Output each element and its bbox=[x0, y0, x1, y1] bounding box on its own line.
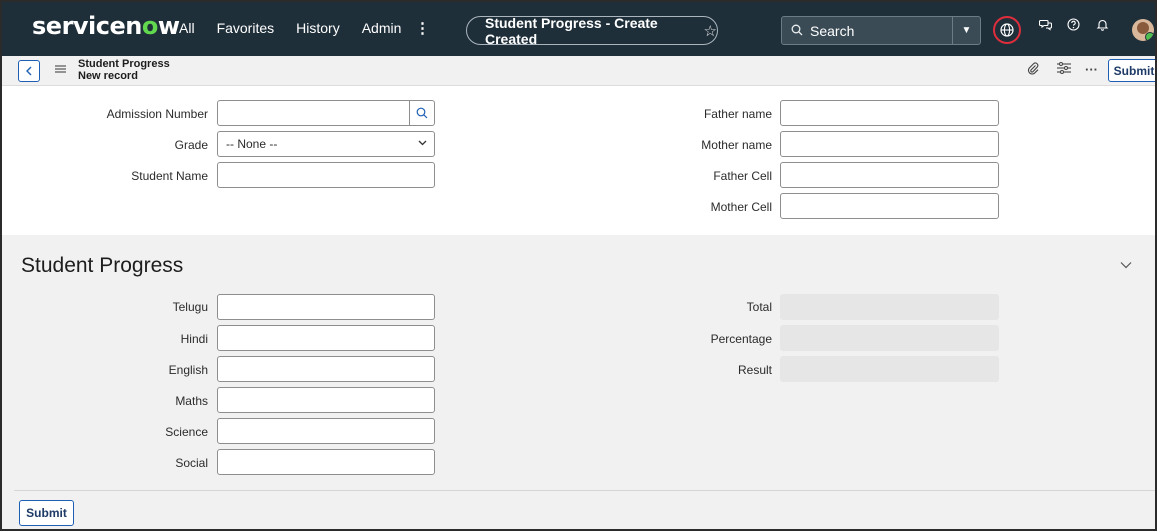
english-input[interactable] bbox=[217, 356, 435, 382]
more-actions-icon[interactable]: ··· bbox=[1085, 62, 1098, 77]
lookup-search-icon[interactable] bbox=[409, 100, 435, 126]
globe-icon[interactable] bbox=[993, 16, 1021, 44]
father-cell-input[interactable] bbox=[780, 162, 999, 188]
bell-icon[interactable] bbox=[1092, 18, 1112, 35]
chevron-down-icon bbox=[418, 137, 427, 149]
submit-button-top[interactable]: Submit bbox=[1108, 59, 1155, 82]
maths-input[interactable] bbox=[217, 387, 435, 413]
logo-text: servicen bbox=[32, 12, 142, 40]
logo-o: o bbox=[141, 12, 159, 40]
label-result: Result bbox=[737, 363, 772, 377]
star-icon[interactable]: ☆ bbox=[704, 22, 717, 40]
student-name-input[interactable] bbox=[217, 162, 435, 188]
servicenow-logo[interactable]: servicenow bbox=[32, 12, 180, 40]
user-avatar[interactable] bbox=[1132, 19, 1154, 41]
section-background bbox=[2, 235, 1155, 529]
label-percentage: Percentage bbox=[710, 332, 772, 346]
logo-tail: w bbox=[157, 12, 180, 40]
label-science: Science bbox=[165, 425, 208, 439]
search-icon bbox=[791, 23, 803, 39]
label-hindi: Hindi bbox=[180, 332, 208, 346]
mother-name-input[interactable] bbox=[780, 131, 999, 157]
label-telugu: Telugu bbox=[172, 300, 208, 314]
context-title: Student Progress - Create Created bbox=[485, 14, 658, 47]
context-title-pill[interactable]: Student Progress - Create Created ☆ bbox=[466, 14, 718, 47]
social-input[interactable] bbox=[217, 449, 435, 475]
context-menu-icon[interactable] bbox=[55, 62, 66, 77]
label-grade: Grade bbox=[174, 138, 208, 152]
chat-icon[interactable] bbox=[1035, 18, 1055, 35]
label-father-name: Father name bbox=[703, 107, 772, 121]
nav-links: All Favorites History Admin bbox=[179, 20, 423, 36]
chevron-left-icon bbox=[25, 64, 33, 79]
label-total: Total bbox=[746, 300, 772, 314]
label-student-name: Student Name bbox=[131, 169, 208, 183]
grade-select[interactable]: -- None -- bbox=[217, 131, 435, 157]
mother-cell-input[interactable] bbox=[780, 193, 999, 219]
record-subtitle: New record bbox=[78, 70, 138, 82]
label-maths: Maths bbox=[175, 394, 208, 408]
section-title: Student Progress bbox=[21, 254, 184, 277]
chevron-down-icon[interactable] bbox=[1120, 256, 1132, 272]
result-field bbox=[780, 356, 999, 382]
more-menu-icon[interactable]: ⋮ bbox=[415, 19, 430, 37]
global-search[interactable]: Search ▼ bbox=[781, 16, 981, 45]
paperclip-icon[interactable] bbox=[1027, 62, 1039, 79]
settings-sliders-icon[interactable] bbox=[1057, 62, 1071, 77]
nav-all[interactable]: All bbox=[179, 20, 195, 36]
top-nav: servicenow All Favorites History Admin ⋮… bbox=[2, 2, 1155, 56]
form-header: Student Progress New record ··· Submit bbox=[2, 56, 1155, 86]
admission-number-input[interactable] bbox=[217, 100, 410, 126]
total-field bbox=[780, 294, 999, 320]
label-father-cell: Father Cell bbox=[713, 169, 772, 183]
grade-selected-value: -- None -- bbox=[226, 137, 278, 151]
father-name-input[interactable] bbox=[780, 100, 999, 126]
label-social: Social bbox=[175, 456, 208, 470]
back-button[interactable] bbox=[18, 60, 40, 82]
label-mother-cell: Mother Cell bbox=[710, 200, 772, 214]
app-window: servicenow All Favorites History Admin ⋮… bbox=[0, 0, 1157, 531]
hindi-input[interactable] bbox=[217, 325, 435, 351]
label-english: English bbox=[168, 363, 208, 377]
footer-divider bbox=[14, 490, 1155, 491]
science-input[interactable] bbox=[217, 418, 435, 444]
help-icon[interactable] bbox=[1063, 18, 1083, 35]
search-placeholder: Search bbox=[810, 22, 855, 39]
record-title: Student Progress bbox=[78, 58, 170, 70]
label-mother-name: Mother name bbox=[701, 138, 772, 152]
submit-button-bottom[interactable]: Submit bbox=[19, 500, 74, 526]
label-admission-number: Admission Number bbox=[106, 107, 208, 121]
nav-admin[interactable]: Admin bbox=[362, 20, 402, 36]
percentage-field bbox=[780, 325, 999, 351]
search-scope-dropdown[interactable]: ▼ bbox=[952, 17, 980, 44]
nav-history[interactable]: History bbox=[296, 20, 340, 36]
telugu-input[interactable] bbox=[217, 294, 435, 320]
nav-favorites[interactable]: Favorites bbox=[217, 20, 275, 36]
